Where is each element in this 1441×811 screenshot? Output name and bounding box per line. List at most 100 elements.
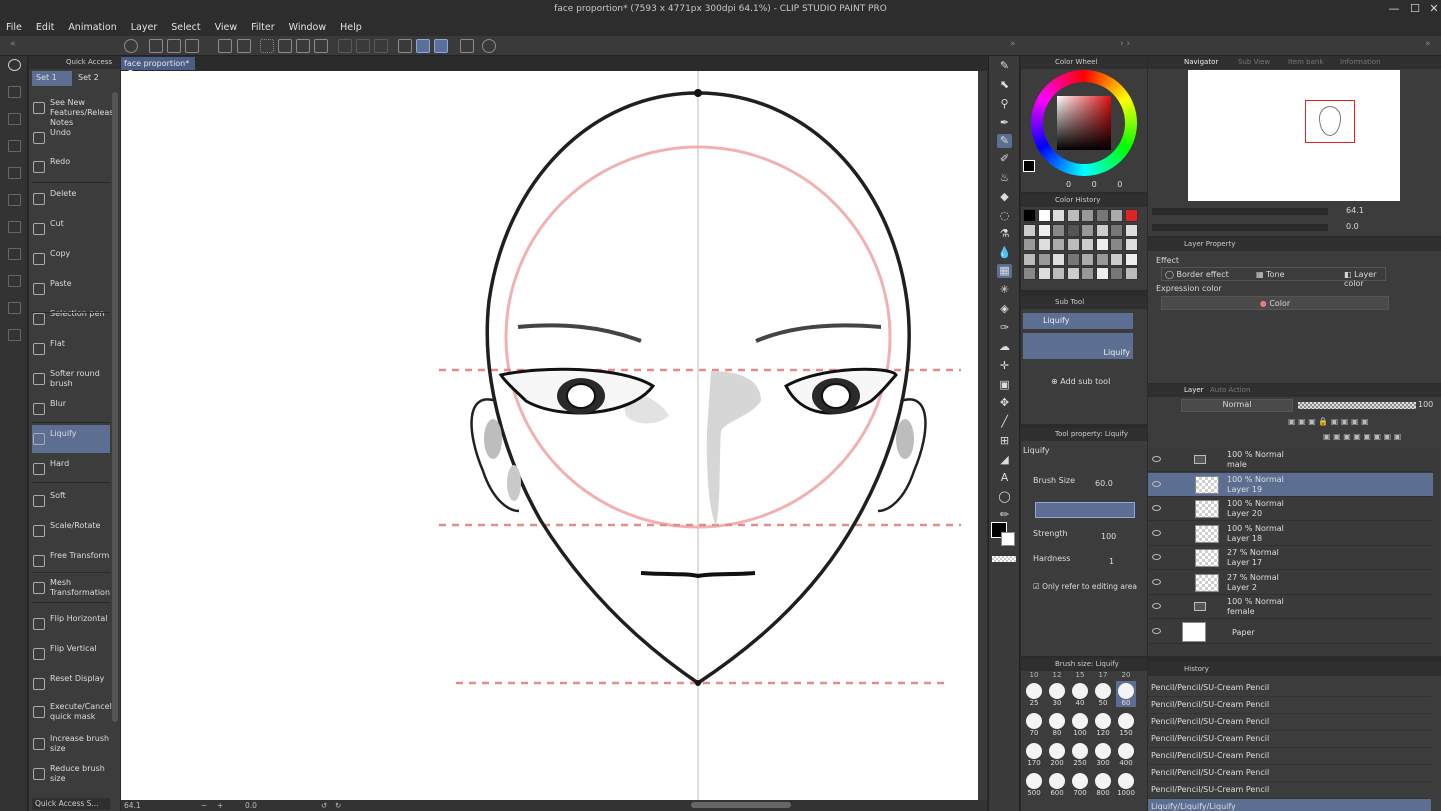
menu-edit[interactable]: Edit <box>36 22 54 33</box>
quick-access-item[interactable]: Cut <box>32 215 110 243</box>
quick-access-item[interactable]: Copy <box>32 245 110 273</box>
color-history-swatch[interactable] <box>1110 252 1123 266</box>
color-history-swatch[interactable] <box>1052 238 1065 251</box>
color-history-swatch[interactable] <box>1023 209 1036 222</box>
main-color-indicator[interactable] <box>1023 160 1035 172</box>
airbrush-icon[interactable]: ♨ <box>997 171 1012 185</box>
add-sub-tool-button[interactable]: ⊕ Add sub tool <box>1051 377 1110 386</box>
cloud-icon[interactable]: ☁ <box>997 340 1012 354</box>
horizontal-scrollbar[interactable] <box>691 802 791 808</box>
frame-icon[interactable]: ⊞ <box>997 434 1012 448</box>
quick-access-item[interactable]: Reset Display <box>32 670 110 698</box>
transform-icon[interactable] <box>296 39 310 53</box>
quick-access-item[interactable]: Liquify <box>32 425 110 453</box>
layer-row[interactable]: 27 % Normal Layer 2 <box>1148 571 1433 595</box>
quick-access-item[interactable]: Flip Horizontal <box>32 610 110 638</box>
color-history-swatch[interactable] <box>1110 267 1123 280</box>
quick-access-item[interactable]: Mesh Transformation <box>32 574 110 602</box>
color-history-swatch[interactable] <box>1066 252 1080 266</box>
panel-icon[interactable] <box>8 167 21 179</box>
canvas-vertical-scrollbar[interactable] <box>978 71 987 800</box>
panel-icon[interactable] <box>8 113 21 125</box>
quick-access-item[interactable]: Flat <box>32 335 110 363</box>
panel-icon[interactable] <box>8 302 21 314</box>
scale-icon[interactable] <box>314 39 328 53</box>
brush-size-preset[interactable]: 30 <box>1047 681 1067 707</box>
save-icon[interactable] <box>185 39 199 53</box>
quick-access-item[interactable]: Softer round brush <box>32 365 110 393</box>
layer-row[interactable]: 100 % Normal Layer 18 <box>1148 522 1433 546</box>
redo-icon[interactable] <box>237 39 251 53</box>
color-history-swatch[interactable] <box>1052 252 1065 266</box>
eye-icon[interactable] <box>1152 603 1161 609</box>
eraser-icon[interactable]: ◆ <box>997 190 1012 204</box>
brush-size-preset[interactable]: 120 <box>1093 711 1113 737</box>
pen-icon[interactable]: ✒ <box>997 116 1012 130</box>
color-history-swatch[interactable] <box>1023 223 1036 237</box>
only-refer-checkbox[interactable]: ☑ Only refer to editing area <box>1033 582 1137 591</box>
brush-size-preset[interactable]: 150 <box>1116 711 1136 737</box>
panel-icon[interactable] <box>8 86 21 98</box>
brush-size-preset[interactable]: 100 <box>1070 711 1090 737</box>
document-tab[interactable]: face proportion* ● <box>121 57 195 77</box>
color-history-swatch[interactable] <box>1081 209 1094 222</box>
strength-value[interactable]: 100 <box>1101 532 1116 541</box>
angle-slider[interactable] <box>1152 224 1328 231</box>
color-history-swatch[interactable] <box>1095 223 1109 237</box>
search-icon[interactable] <box>8 59 21 71</box>
history-entry[interactable]: Liquify/Liquify/Liquify <box>1148 799 1431 811</box>
undo-icon[interactable] <box>218 39 232 53</box>
show-selection-icon[interactable] <box>374 39 388 53</box>
history-entry[interactable]: Pencil/Pencil/SU-Cream Pencil <box>1148 731 1431 748</box>
quick-access-item[interactable]: See New Features/Release Notes <box>32 94 118 127</box>
color-history-swatch[interactable] <box>1081 267 1094 280</box>
set-1-tab[interactable]: Set 1 <box>32 71 72 86</box>
panel-nav-icon[interactable]: › › <box>1120 39 1130 49</box>
quick-access-item[interactable]: Soft <box>32 487 110 515</box>
lasso-icon[interactable]: ◌ <box>997 209 1012 223</box>
brush-size-preset[interactable]: 170 <box>1024 741 1044 767</box>
close-button[interactable]: ✕ <box>1427 2 1441 16</box>
quick-access-item[interactable]: Scale/Rotate <box>32 517 110 545</box>
blend-mode-select[interactable]: Normal <box>1181 399 1293 412</box>
fill-icon[interactable]: ◈ <box>997 302 1012 316</box>
saturation-value-square[interactable] <box>1057 96 1111 150</box>
move-layer-icon[interactable]: ✛ <box>997 359 1012 373</box>
balloon-icon[interactable]: ◯ <box>997 490 1012 504</box>
color-history-swatch[interactable] <box>1095 209 1109 222</box>
layer-row[interactable]: 100 % Normal female <box>1148 595 1433 619</box>
text-icon[interactable]: A <box>997 471 1012 485</box>
minimize-button[interactable]: — <box>1387 2 1401 16</box>
hue-ring[interactable] <box>1031 70 1137 176</box>
brush-size-preset[interactable]: 50 <box>1093 681 1113 707</box>
quick-access-item[interactable]: Selection pen <box>32 305 110 333</box>
clip-studio-icon[interactable] <box>124 39 138 53</box>
history-entry[interactable]: Pencil/Pencil/SU-Cream Pencil <box>1148 748 1431 765</box>
layer-tools-row-2[interactable]: ▣ ▣ ▣ ▣ ▣ ▣ ▣ ▣ <box>1323 432 1433 444</box>
brush-size-number[interactable]: 17 <box>1093 671 1113 679</box>
eye-icon[interactable] <box>1152 505 1161 511</box>
new-file-icon[interactable] <box>149 39 163 53</box>
color-history-swatch[interactable] <box>1066 267 1080 280</box>
tablet-icon[interactable] <box>460 39 474 53</box>
zoom-value[interactable]: 64.1 <box>124 801 141 810</box>
rotate-left-icon[interactable]: ↺ <box>321 801 327 810</box>
panel-icon[interactable] <box>8 248 21 260</box>
pen-nib-icon[interactable]: ✎ <box>997 59 1012 73</box>
quick-access-item[interactable]: Flip Vertical <box>32 640 110 668</box>
color-history-swatch[interactable] <box>1081 238 1094 251</box>
snap-special-ruler-icon[interactable] <box>416 39 430 53</box>
brush-size-preset[interactable]: 80 <box>1047 711 1067 737</box>
tab-layer[interactable]: Layer <box>1184 386 1204 394</box>
color-history-swatch[interactable] <box>1095 238 1109 251</box>
color-history-swatch[interactable] <box>1110 209 1123 222</box>
menu-window[interactable]: Window <box>289 22 326 33</box>
color-history-swatch[interactable] <box>1095 267 1109 280</box>
canvas[interactable] <box>121 71 978 800</box>
history-entry[interactable]: Pencil/Pencil/SU-Cream Pencil <box>1148 714 1431 731</box>
color-history-swatch[interactable] <box>1023 267 1036 280</box>
color-history-swatch[interactable] <box>1037 267 1051 280</box>
eye-icon[interactable] <box>1152 627 1161 634</box>
brush-size-preset[interactable]: 200 <box>1047 741 1067 767</box>
color-history-swatch[interactable] <box>1052 267 1065 280</box>
